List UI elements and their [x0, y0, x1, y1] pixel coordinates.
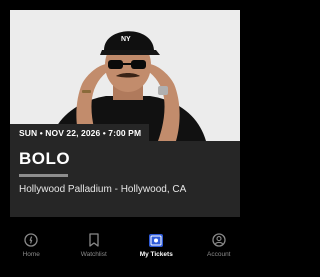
tab-account-label: Account	[207, 251, 231, 258]
event-title: BOLO	[19, 149, 71, 168]
account-icon	[210, 231, 228, 249]
event-hero-image: NY	[10, 10, 240, 141]
app-screen: NY SUN • NOV 22, 2026 • 7:00 PM BOLO Hol…	[0, 0, 250, 277]
bottom-nav: Home Watchlist My Tickets Account	[0, 226, 250, 277]
tab-home[interactable]: Home	[0, 226, 63, 277]
tab-my-tickets-label: My Tickets	[139, 251, 173, 258]
ticket-icon	[147, 231, 165, 249]
title-divider	[19, 174, 68, 177]
tab-watchlist[interactable]: Watchlist	[63, 226, 126, 277]
tab-watchlist-label: Watchlist	[80, 251, 107, 258]
tab-my-tickets[interactable]: My Tickets	[125, 226, 188, 277]
tab-home-label: Home	[22, 251, 40, 258]
event-date-time: SUN • NOV 22, 2026 • 7:00 PM	[10, 124, 150, 141]
bookmark-icon	[85, 231, 103, 249]
svg-text:NY: NY	[121, 36, 131, 43]
event-venue: Hollywood Palladium - Hollywood, CA	[19, 184, 187, 195]
tab-account[interactable]: Account	[188, 226, 251, 277]
event-card[interactable]: NY SUN • NOV 22, 2026 • 7:00 PM BOLO Hol…	[10, 10, 240, 217]
home-icon	[22, 231, 40, 249]
